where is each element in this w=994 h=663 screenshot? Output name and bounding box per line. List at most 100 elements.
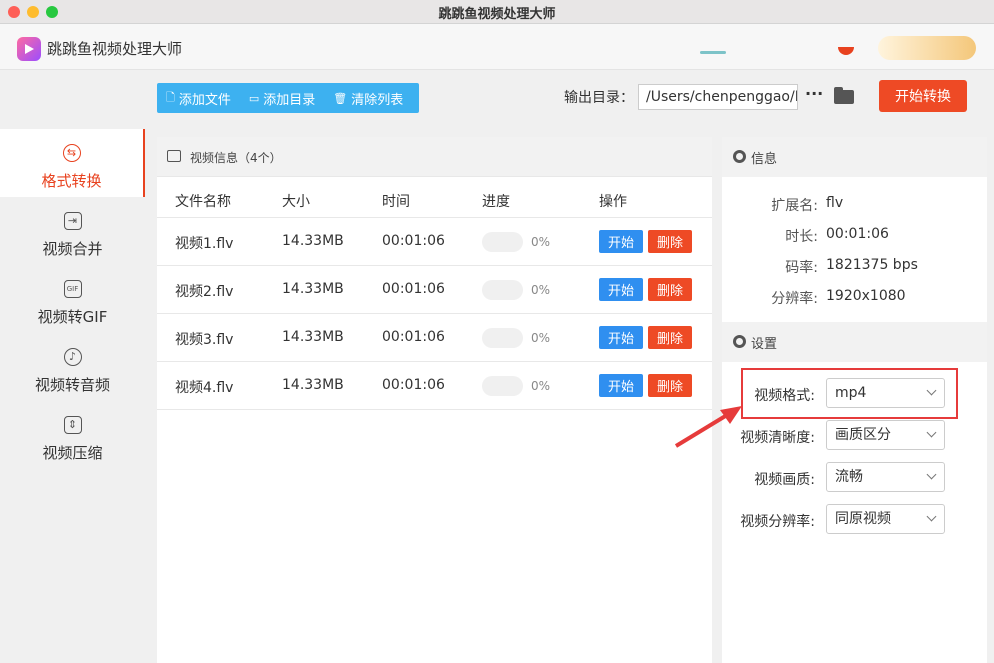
progress-text: 0%: [531, 331, 551, 345]
file-name: 视频1.flv: [175, 236, 234, 252]
progress-text: 0%: [531, 379, 551, 393]
video-merge-icon: ⇥: [63, 212, 82, 230]
file-size: 14.33MB: [282, 329, 344, 345]
video-panel-title: 视频信息（4个）: [190, 151, 282, 165]
resolution-select[interactable]: 同原视频: [826, 504, 945, 534]
file-name: 视频2.flv: [175, 284, 234, 300]
progress-bar: [482, 376, 523, 396]
row-start-button[interactable]: 开始: [599, 374, 643, 397]
row-delete-button[interactable]: 删除: [648, 374, 692, 397]
row-delete-button[interactable]: 删除: [648, 326, 692, 349]
settings-title: 设置: [751, 337, 778, 352]
file-duration: 00:01:06: [382, 329, 445, 345]
highlight-box: [741, 368, 958, 419]
clear-list-button[interactable]: 🗑 清除列表: [324, 83, 412, 113]
file-icon: 🗋: [166, 90, 175, 104]
title-bar: 跳跳鱼视频处理大师: [0, 0, 994, 24]
row-delete-button[interactable]: 删除: [648, 230, 692, 253]
progress-text: 0%: [531, 235, 551, 249]
open-folder-icon[interactable]: [834, 87, 854, 104]
folder-icon: ▭: [248, 91, 260, 105]
quality-select-value: 流畅: [835, 469, 863, 485]
chevron-down-icon: [926, 427, 937, 438]
column-header-time: 时间: [382, 194, 410, 210]
info-header: 信息: [722, 137, 987, 177]
row-delete-button[interactable]: 删除: [648, 278, 692, 301]
add-file-button[interactable]: 🗋 添加文件: [157, 83, 240, 113]
column-header-size: 大小: [282, 194, 310, 210]
row-start-button[interactable]: 开始: [599, 230, 643, 253]
setting-label-resolution: 视频分辨率:: [740, 514, 815, 530]
format-convert-icon: ⇆: [62, 144, 81, 162]
app-name: 跳跳鱼视频处理大师: [47, 40, 183, 58]
chevron-down-icon: [926, 469, 937, 480]
info-key: 时长:: [785, 229, 818, 245]
app-logo-icon: [17, 37, 41, 61]
sidebar-item-format-convert[interactable]: ⇆ 格式转换: [0, 129, 145, 197]
info-key: 扩展名:: [771, 198, 818, 214]
file-toolbar: 🗋 添加文件 ▭ 添加目录 🗑 清除列表: [157, 83, 419, 113]
header-decoration: [838, 47, 854, 55]
sidebar-item-label: 视频合并: [42, 240, 103, 258]
row-start-button[interactable]: 开始: [599, 278, 643, 301]
column-header-progress: 进度: [482, 194, 510, 210]
clarity-select-value: 画质区分: [835, 427, 891, 443]
progress-bar: [482, 232, 523, 252]
info-key: 码率:: [785, 260, 818, 276]
sidebar-item-label: 视频转GIF: [37, 308, 108, 326]
compress-icon: ⇕: [63, 416, 82, 434]
gif-icon: GIF: [63, 280, 82, 298]
sidebar-item-video-compress[interactable]: ⇕ 视频压缩: [0, 405, 145, 473]
file-name: 视频4.flv: [175, 380, 234, 396]
header-decoration: [700, 51, 726, 54]
table-row: 视频2.flv 14.33MB 00:01:06 0% 开始 删除: [157, 266, 712, 314]
info-value: 1821375 bps: [826, 257, 918, 273]
audio-icon: ♪: [63, 348, 82, 366]
output-dir-label: 输出目录：: [564, 90, 634, 106]
start-convert-button[interactable]: 开始转换: [879, 80, 967, 112]
column-header-name: 文件名称: [175, 194, 231, 210]
sidebar-item-video-merge[interactable]: ⇥ 视频合并: [0, 201, 145, 269]
sidebar-item-label: 视频压缩: [42, 444, 103, 462]
sidebar-item-label: 格式转换: [41, 172, 102, 190]
gear-icon: [733, 335, 746, 348]
more-options-button[interactable]: ···: [805, 84, 823, 103]
progress-bar: [482, 280, 523, 300]
chevron-down-icon: [926, 511, 937, 522]
settings-header: 设置: [722, 322, 987, 362]
add-file-label: 添加文件: [178, 92, 231, 108]
info-value: 00:01:06: [826, 226, 889, 242]
progress-text: 0%: [531, 283, 551, 297]
info-title: 信息: [751, 152, 778, 167]
quality-select[interactable]: 流畅: [826, 462, 945, 492]
column-header-actions: 操作: [599, 194, 627, 210]
file-duration: 00:01:06: [382, 233, 445, 249]
header-banner[interactable]: [878, 36, 976, 60]
sidebar-item-video-audio[interactable]: ♪ 视频转音频: [0, 337, 145, 405]
sidebar: ⇆ 格式转换 ⇥ 视频合并 GIF 视频转GIF ♪ 视频转音频 ⇕ 视频压缩: [0, 71, 145, 663]
gear-icon: [733, 150, 746, 163]
file-duration: 00:01:06: [382, 377, 445, 393]
file-size: 14.33MB: [282, 233, 344, 249]
app-header: 跳跳鱼视频处理大师: [0, 24, 994, 70]
clarity-select[interactable]: 画质区分: [826, 420, 945, 450]
video-panel-header: 视频信息（4个）: [157, 137, 712, 177]
setting-label-quality: 视频画质:: [754, 472, 815, 488]
info-value: flv: [826, 195, 844, 211]
add-directory-label: 添加目录: [263, 92, 316, 108]
info-value: 1920x1080: [826, 288, 906, 304]
video-list-panel: 视频信息（4个） 文件名称 大小 时间 进度 操作 视频1.flv 14.33M…: [157, 137, 712, 663]
image-icon: [167, 150, 181, 162]
resolution-select-value: 同原视频: [835, 511, 891, 527]
sidebar-item-video-gif[interactable]: GIF 视频转GIF: [0, 269, 145, 337]
table-row: 视频3.flv 14.33MB 00:01:06 0% 开始 删除: [157, 314, 712, 362]
window-title: 跳跳鱼视频处理大师: [438, 7, 556, 22]
row-start-button[interactable]: 开始: [599, 326, 643, 349]
output-dir-input[interactable]: /Users/chenpenggao/Desktop: [638, 84, 798, 110]
annotation-arrow-icon: [674, 406, 742, 448]
sidebar-item-label: 视频转音频: [34, 376, 110, 394]
info-key: 分辨率:: [771, 291, 818, 307]
add-directory-button[interactable]: ▭ 添加目录: [240, 83, 324, 113]
table-row: 视频1.flv 14.33MB 00:01:06 0% 开始 删除: [157, 218, 712, 266]
clear-list-label: 清除列表: [351, 92, 404, 108]
